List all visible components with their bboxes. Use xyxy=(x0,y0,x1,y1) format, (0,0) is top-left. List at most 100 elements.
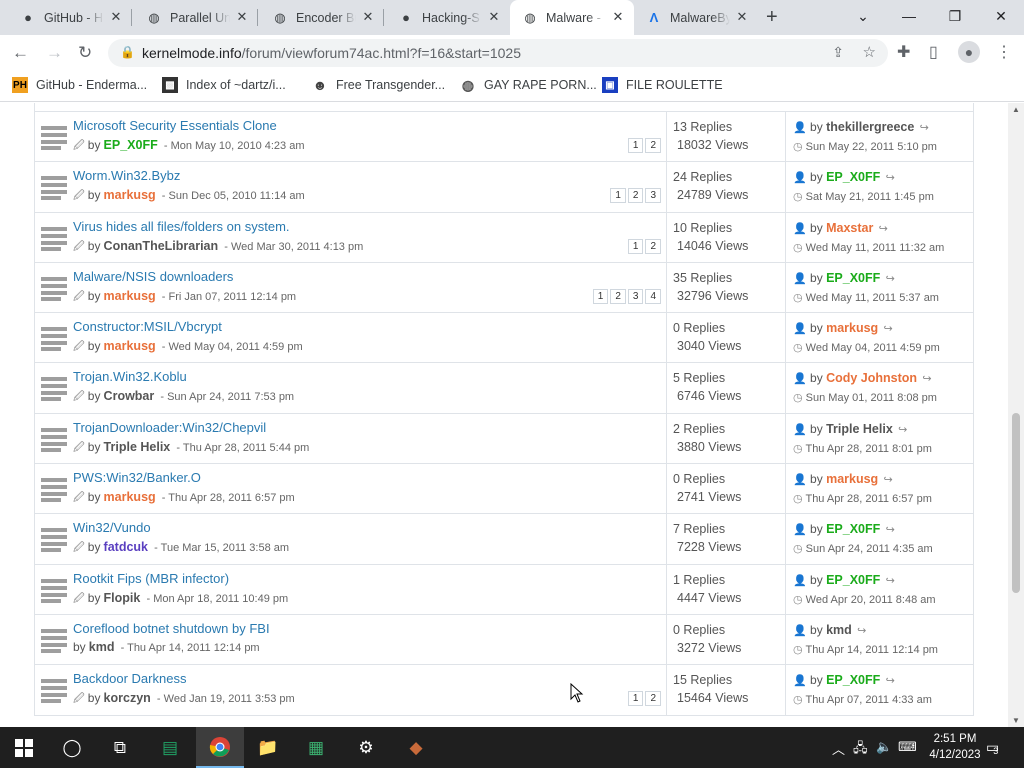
app-icon[interactable]: ◆ xyxy=(392,727,440,768)
last-post-author-link[interactable]: Maxstar xyxy=(826,221,873,235)
topic-author-link[interactable]: Triple Helix xyxy=(104,440,171,454)
share-icon[interactable]: ⇪ xyxy=(832,44,844,61)
topic-title-link[interactable]: PWS:Win32/Banker.O xyxy=(73,470,201,485)
network-icon[interactable]: 🖧 xyxy=(853,739,868,761)
page-scrollbar[interactable]: ▲ ▼ xyxy=(1008,103,1024,727)
search-icon[interactable]: ◯ xyxy=(48,727,96,768)
goto-last-post-icon[interactable]: ↪ xyxy=(886,172,895,184)
topic-author-link[interactable]: markusg xyxy=(104,289,156,303)
start-button[interactable] xyxy=(0,727,48,768)
goto-last-post-icon[interactable]: ↪ xyxy=(886,524,895,536)
bookmark-item[interactable]: ☻ Free Transgender... xyxy=(312,77,445,93)
file-explorer-icon[interactable]: 📁 xyxy=(244,727,292,768)
topic-author-link[interactable]: fatdcuk xyxy=(104,540,148,554)
tab-4[interactable]: ◍ Malware - ✕ xyxy=(510,0,634,35)
close-tab-icon[interactable]: ✕ xyxy=(360,9,376,25)
ime-icon[interactable]: ⌨ xyxy=(898,739,917,755)
settings-gear-icon[interactable]: ⚙ xyxy=(342,727,390,768)
close-tab-icon[interactable]: ✕ xyxy=(234,9,250,25)
scroll-up-icon[interactable]: ▲ xyxy=(1012,105,1020,114)
last-post-author-link[interactable]: EP_X0FF xyxy=(826,271,880,285)
page-link[interactable]: 2 xyxy=(645,138,661,153)
side-panel-icon[interactable]: ▯ xyxy=(929,42,938,62)
topic-author-link[interactable]: EP_X0FF xyxy=(104,138,158,152)
page-link[interactable]: 1 xyxy=(592,288,609,304)
tab-2[interactable]: ◍ Encoder Bu ✕ xyxy=(260,0,384,35)
goto-last-post-icon[interactable]: ↪ xyxy=(920,122,929,134)
goto-last-post-icon[interactable]: ↪ xyxy=(922,373,931,385)
tab-0[interactable]: ● GitHub - H ✕ xyxy=(8,0,132,35)
page-link[interactable]: 2 xyxy=(627,188,644,204)
page-link[interactable]: 2 xyxy=(645,691,661,707)
profile-avatar[interactable]: ● xyxy=(958,41,980,63)
topic-title-link[interactable]: Malware/NSIS downloaders xyxy=(73,269,233,284)
topic-author-link[interactable]: kmd xyxy=(89,640,115,654)
topic-title-link[interactable]: Virus hides all files/folders on system. xyxy=(73,219,290,234)
topic-title-link[interactable]: Trojan.Win32.Koblu xyxy=(73,369,187,384)
bookmark-item[interactable]: ▩ Index of ~dartz/i... xyxy=(162,77,286,93)
sheets-app-icon[interactable]: ▤ xyxy=(146,727,194,768)
last-post-author-link[interactable]: EP_X0FF xyxy=(826,170,880,184)
close-window-button[interactable]: ✕ xyxy=(978,0,1024,32)
bookmark-item[interactable]: PH GitHub - Enderma... xyxy=(12,77,147,93)
topic-author-link[interactable]: korczyn xyxy=(104,691,151,705)
minimize-button[interactable]: — xyxy=(886,0,932,32)
tab-search-icon[interactable]: ⌄ xyxy=(840,0,886,32)
maximize-button[interactable]: ❐ xyxy=(932,0,978,32)
last-post-author-link[interactable]: Cody Johnston xyxy=(826,371,917,385)
bookmark-item[interactable]: ▣ FILE ROULETTE xyxy=(602,77,723,93)
page-link[interactable]: 4 xyxy=(645,288,661,304)
goto-last-post-icon[interactable]: ↪ xyxy=(879,223,888,235)
goto-last-post-icon[interactable]: ↪ xyxy=(898,424,907,436)
task-manager-icon[interactable]: ▦ xyxy=(292,727,340,768)
tray-chevron-icon[interactable]: ︿ xyxy=(832,739,845,758)
task-view-icon[interactable]: ⧉ xyxy=(96,727,144,768)
goto-last-post-icon[interactable]: ↪ xyxy=(884,323,893,335)
topic-author-link[interactable]: ConanTheLibrarian xyxy=(104,239,219,253)
scroll-down-icon[interactable]: ▼ xyxy=(1012,716,1020,725)
page-link[interactable]: 2 xyxy=(645,238,661,254)
topic-author-link[interactable]: markusg xyxy=(104,339,156,353)
page-link[interactable]: 3 xyxy=(645,188,661,204)
volume-icon[interactable]: 🔈 xyxy=(876,739,892,755)
page-link[interactable]: 3 xyxy=(627,288,644,304)
last-post-author-link[interactable]: kmd xyxy=(826,623,852,637)
clock[interactable]: 2:51 PM 4/12/2023 xyxy=(925,731,985,763)
page-link[interactable]: 1 xyxy=(627,138,644,153)
last-post-author-link[interactable]: EP_X0FF xyxy=(826,522,880,536)
back-icon[interactable]: ← xyxy=(12,43,29,63)
last-post-author-link[interactable]: thekillergreece xyxy=(826,120,914,134)
extensions-icon[interactable]: ✚ xyxy=(897,42,910,62)
topic-author-link[interactable]: markusg xyxy=(104,188,156,202)
topic-title-link[interactable]: Backdoor Darkness xyxy=(73,671,186,686)
page-link[interactable]: 1 xyxy=(610,188,626,204)
topic-title-link[interactable]: Microsoft Security Essentials Clone xyxy=(73,118,277,133)
scrollbar-thumb[interactable] xyxy=(1012,413,1020,593)
goto-last-post-icon[interactable]: ↪ xyxy=(884,474,893,486)
bookmark-item[interactable]: ◍ GAY RAPE PORN... xyxy=(460,77,597,93)
goto-last-post-icon[interactable]: ↪ xyxy=(886,575,895,587)
close-tab-icon[interactable]: ✕ xyxy=(734,9,750,25)
topic-title-link[interactable]: TrojanDownloader:Win32/Chepvil xyxy=(73,420,266,435)
bookmark-star-icon[interactable]: ☆ xyxy=(863,43,876,61)
topic-title-link[interactable]: Worm.Win32.Bybz xyxy=(73,168,180,183)
chrome-app-icon[interactable] xyxy=(196,727,244,768)
topic-author-link[interactable]: markusg xyxy=(104,490,156,504)
menu-icon[interactable]: ⋮ xyxy=(996,42,1012,62)
topic-title-link[interactable]: Constructor:MSIL/Vbcrypt xyxy=(73,319,222,334)
tab-5[interactable]: Λ MalwareBy ✕ xyxy=(634,0,758,35)
topic-title-link[interactable]: Rootkit Fips (MBR infector) xyxy=(73,571,229,586)
topic-author-link[interactable]: Crowbar xyxy=(104,389,155,403)
last-post-author-link[interactable]: EP_X0FF xyxy=(826,673,880,687)
topic-title-link[interactable]: Coreflood botnet shutdown by FBI xyxy=(73,621,270,636)
notifications-icon[interactable]: ▭3 xyxy=(986,739,1004,756)
close-tab-icon[interactable]: ✕ xyxy=(486,9,502,25)
last-post-author-link[interactable]: Triple Helix xyxy=(826,422,893,436)
last-post-author-link[interactable]: markusg xyxy=(826,472,878,486)
close-tab-icon[interactable]: ✕ xyxy=(108,9,124,25)
tab-3[interactable]: ● Hacking-S ✕ xyxy=(386,0,510,35)
goto-last-post-icon[interactable]: ↪ xyxy=(886,273,895,285)
goto-last-post-icon[interactable]: ↪ xyxy=(886,675,895,687)
page-link[interactable]: 1 xyxy=(627,691,644,707)
last-post-author-link[interactable]: markusg xyxy=(826,321,878,335)
